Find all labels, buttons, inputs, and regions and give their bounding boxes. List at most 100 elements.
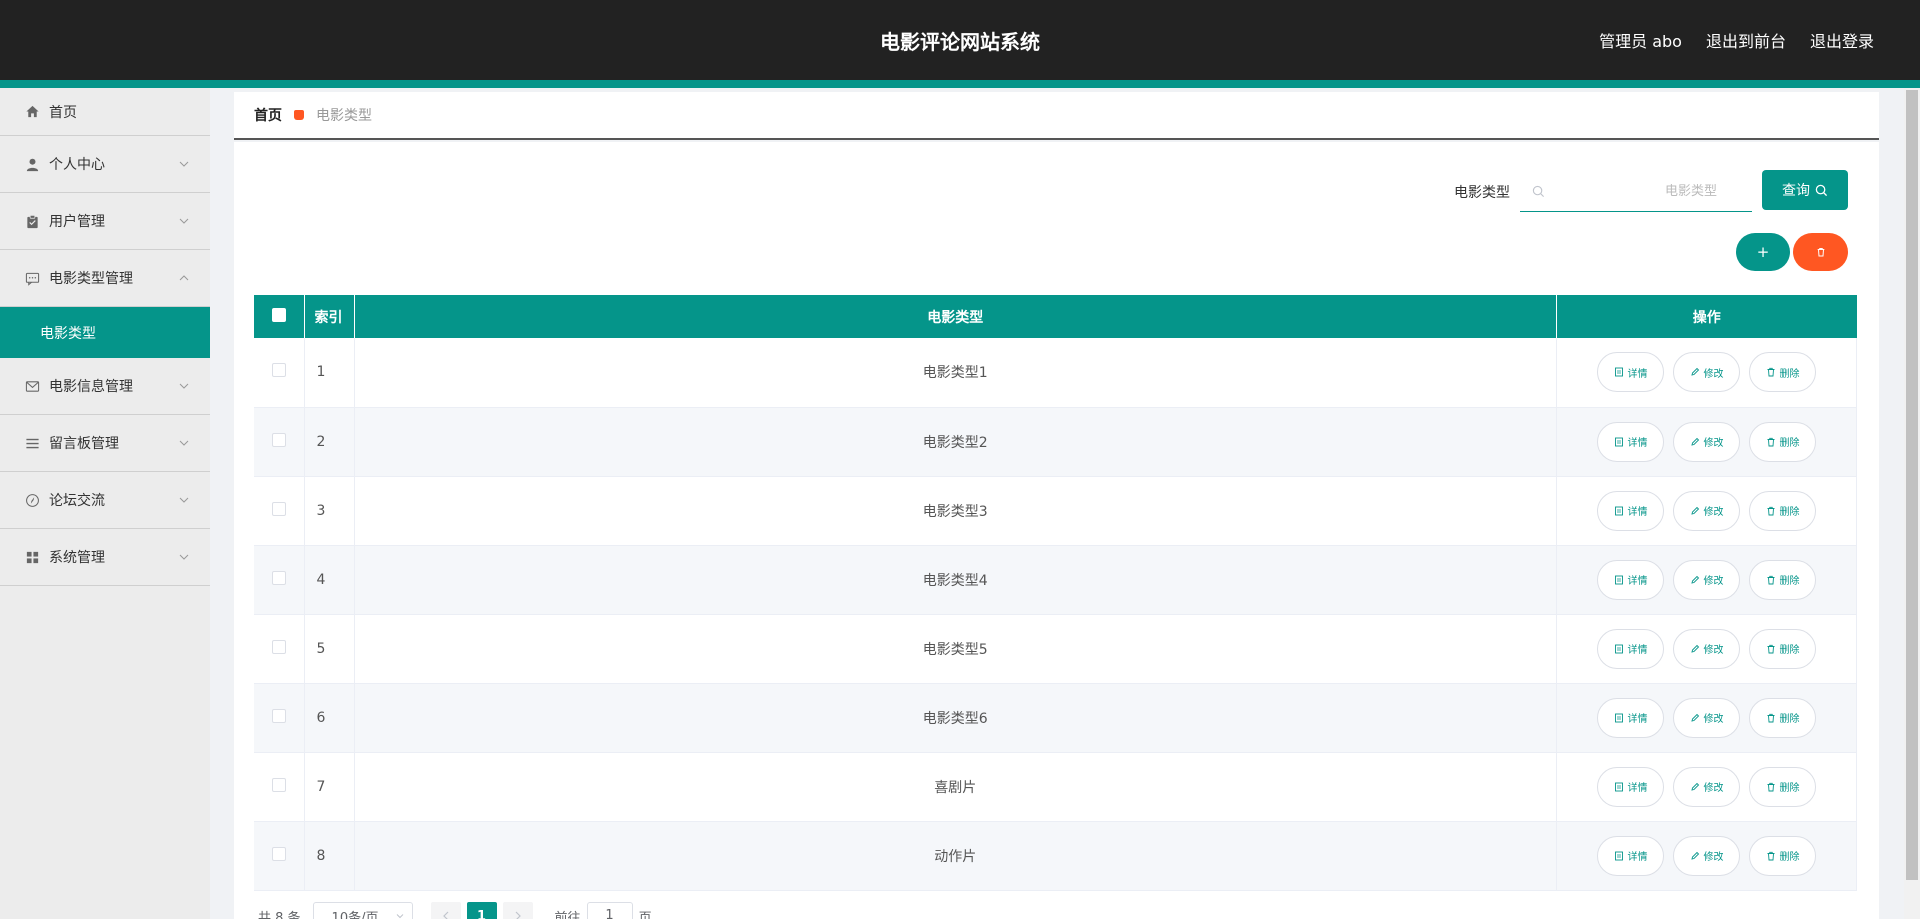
edit-button[interactable]: 修改 bbox=[1673, 766, 1740, 807]
edit-label: 修改 bbox=[1703, 714, 1724, 725]
edit-button[interactable]: 修改 bbox=[1673, 697, 1740, 738]
sidebar-item-system-management[interactable]: 系统管理 bbox=[0, 529, 210, 586]
search-input[interactable] bbox=[1545, 184, 1735, 199]
sidebar-item-movie-info-management[interactable]: 电影信息管理 bbox=[0, 358, 210, 415]
sidebar-item-movie-type-management[interactable]: 电影类型管理 bbox=[0, 250, 210, 307]
exit-to-front-link[interactable]: 退出到前台 bbox=[1706, 28, 1786, 52]
row-movie-type: 电影类型5 bbox=[354, 614, 1557, 684]
delete-label: 删除 bbox=[1779, 438, 1800, 449]
query-button-label: 查询 bbox=[1782, 183, 1810, 199]
table-row[interactable]: 7 喜剧片 详情 修改 删除 bbox=[254, 752, 1857, 822]
row-checkbox[interactable] bbox=[271, 501, 286, 516]
row-actions: 详情 修改 删除 bbox=[1556, 683, 1857, 753]
edit-button[interactable]: 修改 bbox=[1673, 490, 1740, 531]
logout-link[interactable]: 退出登录 bbox=[1810, 28, 1874, 52]
detail-button[interactable]: 详情 bbox=[1597, 697, 1664, 738]
list-icon bbox=[24, 435, 40, 451]
row-index: 1 bbox=[304, 338, 355, 408]
page-number-button[interactable]: 1 bbox=[466, 902, 497, 919]
row-checkbox[interactable] bbox=[271, 777, 286, 792]
next-page-button[interactable] bbox=[502, 902, 533, 919]
delete-button[interactable]: 删除 bbox=[1749, 490, 1816, 531]
row-index: 8 bbox=[304, 821, 355, 891]
delete-button[interactable]: 删除 bbox=[1749, 352, 1816, 393]
table-header-row: 索引 电影类型 操作 bbox=[254, 295, 1857, 338]
sidebar-item-home[interactable]: 首页 bbox=[0, 88, 210, 136]
delete-button[interactable]: 删除 bbox=[1749, 559, 1816, 600]
detail-button[interactable]: 详情 bbox=[1597, 766, 1664, 807]
row-movie-type: 电影类型3 bbox=[354, 476, 1557, 546]
header-accent-bar bbox=[0, 80, 1920, 88]
page-scrollbar[interactable] bbox=[1904, 88, 1920, 919]
row-checkbox[interactable] bbox=[271, 570, 286, 585]
sidebar-item-label: 首页 bbox=[49, 104, 77, 121]
edit-button[interactable]: 修改 bbox=[1673, 421, 1740, 462]
row-movie-type: 电影类型6 bbox=[354, 683, 1557, 753]
row-index: 6 bbox=[304, 683, 355, 753]
message-icon bbox=[24, 270, 40, 286]
breadcrumb-home[interactable]: 首页 bbox=[254, 105, 282, 125]
row-checkbox[interactable] bbox=[271, 363, 286, 378]
sidebar-subitem-movie-type[interactable]: 电影类型 bbox=[0, 307, 210, 358]
sidebar-item-message-board-management[interactable]: 留言板管理 bbox=[0, 415, 210, 472]
edit-icon bbox=[1690, 644, 1699, 653]
delete-button[interactable]: 删除 bbox=[1749, 628, 1816, 669]
sidebar-item-personal-center[interactable]: 个人中心 bbox=[0, 136, 210, 193]
edit-button[interactable]: 修改 bbox=[1673, 559, 1740, 600]
chevron-down-icon bbox=[179, 218, 189, 224]
row-checkbox[interactable] bbox=[271, 639, 286, 654]
detail-button[interactable]: 详情 bbox=[1597, 421, 1664, 462]
table-row[interactable]: 2 电影类型2 详情 修改 删除 bbox=[254, 407, 1857, 477]
edit-icon bbox=[1690, 782, 1699, 791]
sidebar-item-label: 论坛交流 bbox=[49, 493, 105, 509]
delete-button[interactable]: 删除 bbox=[1749, 766, 1816, 807]
delete-label: 删除 bbox=[1779, 714, 1800, 725]
sidebar-item-forum[interactable]: 论坛交流 bbox=[0, 472, 210, 529]
row-check-cell bbox=[254, 545, 305, 615]
delete-button[interactable]: 删除 bbox=[1749, 421, 1816, 462]
query-button[interactable]: 查询 bbox=[1762, 170, 1848, 210]
detail-button[interactable]: 详情 bbox=[1597, 628, 1664, 669]
row-check-cell bbox=[254, 683, 305, 753]
delete-label: 删除 bbox=[1779, 783, 1800, 794]
detail-button[interactable]: 详情 bbox=[1597, 559, 1664, 600]
row-checkbox[interactable] bbox=[271, 708, 286, 723]
compass-icon bbox=[24, 492, 40, 508]
table-row[interactable]: 6 电影类型6 详情 修改 删除 bbox=[254, 683, 1857, 753]
sidebar-item-user-management[interactable]: 用户管理 bbox=[0, 193, 210, 250]
goto-page-input[interactable]: 1 bbox=[586, 902, 633, 919]
edit-icon bbox=[1690, 851, 1699, 860]
select-all-checkbox[interactable] bbox=[271, 307, 286, 322]
detail-button[interactable]: 详情 bbox=[1597, 490, 1664, 531]
row-checkbox[interactable] bbox=[271, 846, 286, 861]
scrollbar-thumb[interactable] bbox=[1906, 90, 1918, 880]
prev-page-button[interactable] bbox=[430, 902, 461, 919]
table-row[interactable]: 1 电影类型1 详情 修改 删除 bbox=[254, 338, 1857, 408]
add-button[interactable]: + bbox=[1736, 233, 1790, 271]
edit-button[interactable]: 修改 bbox=[1673, 352, 1740, 393]
table-row[interactable]: 8 动作片 详情 修改 删除 bbox=[254, 821, 1857, 891]
row-check-cell bbox=[254, 821, 305, 891]
trash-icon bbox=[1767, 713, 1774, 722]
row-actions: 详情 修改 删除 bbox=[1556, 338, 1857, 408]
chevron-down-icon bbox=[179, 383, 189, 389]
trash-icon bbox=[1767, 437, 1774, 446]
table-row[interactable]: 3 电影类型3 详情 修改 删除 bbox=[254, 476, 1857, 546]
row-checkbox[interactable] bbox=[271, 432, 286, 447]
batch-delete-button[interactable] bbox=[1793, 233, 1848, 271]
row-index: 7 bbox=[304, 752, 355, 822]
detail-button[interactable]: 详情 bbox=[1597, 835, 1664, 876]
table-row[interactable]: 4 电影类型4 详情 修改 删除 bbox=[254, 545, 1857, 615]
delete-button[interactable]: 删除 bbox=[1749, 697, 1816, 738]
edit-icon bbox=[1690, 713, 1699, 722]
edit-button[interactable]: 修改 bbox=[1673, 628, 1740, 669]
edit-label: 修改 bbox=[1703, 507, 1724, 518]
detail-button[interactable]: 详情 bbox=[1597, 352, 1664, 393]
delete-button[interactable]: 删除 bbox=[1749, 835, 1816, 876]
table-row[interactable]: 5 电影类型5 详情 修改 删除 bbox=[254, 614, 1857, 684]
row-actions: 详情 修改 删除 bbox=[1556, 407, 1857, 477]
trash-icon bbox=[1767, 782, 1774, 791]
detail-icon bbox=[1614, 437, 1623, 446]
edit-button[interactable]: 修改 bbox=[1673, 835, 1740, 876]
page-size-select[interactable]: 10条/页 bbox=[312, 902, 413, 919]
